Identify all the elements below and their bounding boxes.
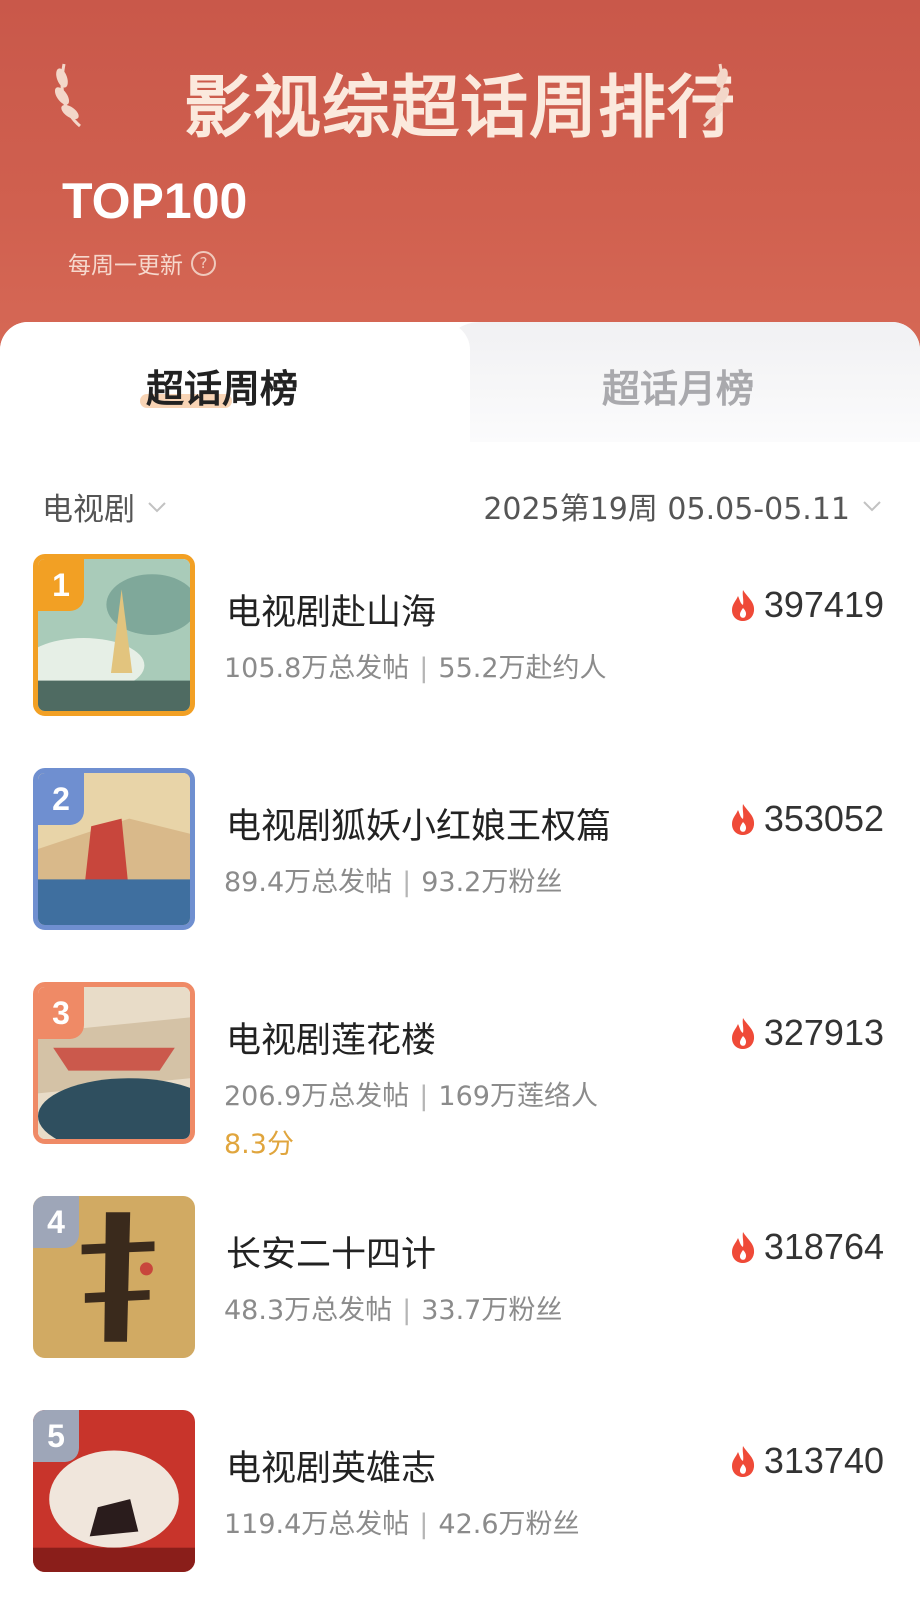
heat-value: 318764: [763, 1226, 884, 1267]
heat-value: 313740: [763, 1440, 884, 1481]
item-rating: 8.3分: [224, 1129, 294, 1160]
list-item-rank-2[interactable]: 2 电视剧狐妖小红娘王权篇 89.4万总发帖 | 93.2万粉丝 353052: [0, 768, 920, 968]
heat-score: 313740: [728, 1440, 884, 1482]
stats-divider: |: [402, 1295, 412, 1326]
rank-badge: 2: [38, 773, 84, 825]
heat-score: 397419: [728, 584, 884, 626]
item-stats: 119.4万总发帖 | 42.6万粉丝: [224, 1502, 580, 1541]
help-circle-icon[interactable]: ?: [191, 250, 216, 276]
cover-image: 1: [33, 554, 195, 716]
heat-value: 397419: [763, 584, 884, 625]
cover-image: 3: [33, 982, 195, 1144]
item-fans: 169万莲络人: [438, 1081, 598, 1112]
flame-icon: [731, 804, 754, 835]
item-posts: 206.9万总发帖: [224, 1081, 410, 1112]
rank-badge: 3: [38, 987, 84, 1039]
list-item-rank-1[interactable]: 1 电视剧赴山海 105.8万总发帖 | 55.2万赴约人 397419: [0, 554, 920, 754]
rank-badge: 1: [38, 559, 84, 611]
item-name: 电视剧赴山海: [226, 593, 437, 633]
item-fans: 93.2万粉丝: [421, 867, 563, 898]
item-name: 电视剧英雄志: [226, 1449, 437, 1489]
list-item-rank-3[interactable]: 3 电视剧莲花楼 206.9万总发帖 | 169万莲络人 8.3分 327913: [0, 982, 920, 1182]
update-note: 每周一更新 ?: [68, 246, 216, 280]
item-name: 长安二十四计: [226, 1235, 437, 1275]
chevron-down-icon: [863, 501, 881, 512]
period-label: 2025第19周 05.05-05.11: [483, 492, 850, 527]
item-posts: 48.3万总发帖: [224, 1295, 393, 1326]
update-note-text: 每周一更新: [68, 253, 183, 279]
period-dropdown[interactable]: 2025第19周 05.05-05.11: [483, 484, 884, 528]
item-posts: 89.4万总发帖: [224, 867, 393, 898]
flame-icon: [731, 590, 754, 621]
stats-divider: |: [419, 653, 429, 684]
item-name: 电视剧莲花楼: [226, 1021, 437, 1061]
item-fans: 42.6万粉丝: [438, 1509, 580, 1540]
item-stats: 89.4万总发帖 | 93.2万粉丝: [224, 860, 562, 899]
heat-score: 353052: [728, 798, 884, 840]
list-item-rank-5[interactable]: 5 电视剧英雄志 119.4万总发帖 | 42.6万粉丝 313740: [0, 1410, 920, 1610]
top100-label: TOP100: [62, 173, 248, 229]
flame-icon: [731, 1018, 754, 1049]
item-posts: 105.8万总发帖: [224, 653, 410, 684]
list-item-rank-4[interactable]: 4 长安二十四计 48.3万总发帖 | 33.7万粉丝 318764: [0, 1196, 920, 1396]
page-title: 影视综超话周排行: [183, 69, 736, 148]
chevron-down-icon: [148, 501, 166, 512]
heat-value: 327913: [763, 1012, 884, 1053]
category-label: 电视剧: [42, 492, 135, 528]
heat-score: 327913: [728, 1012, 884, 1054]
flame-icon: [731, 1446, 754, 1477]
tab-weekly[interactable]: 超话周榜: [146, 358, 298, 413]
heat-value: 353052: [763, 798, 884, 839]
item-posts: 119.4万总发帖: [224, 1509, 410, 1540]
rank-badge: 4: [33, 1196, 79, 1248]
flame-icon: [731, 1232, 754, 1263]
item-stats: 105.8万总发帖 | 55.2万赴约人: [224, 646, 607, 685]
item-stats: 48.3万总发帖 | 33.7万粉丝: [224, 1288, 562, 1327]
laurel-right-icon: [703, 63, 730, 128]
cover-image: 5: [33, 1410, 195, 1572]
item-name: 电视剧狐妖小红娘王权篇: [226, 807, 612, 847]
item-fans: 33.7万粉丝: [421, 1295, 563, 1326]
stats-divider: |: [419, 1509, 429, 1540]
cover-image: 4: [33, 1196, 195, 1358]
stats-divider: |: [402, 867, 412, 898]
heat-score: 318764: [728, 1226, 884, 1268]
stats-divider: |: [419, 1081, 429, 1112]
category-dropdown[interactable]: 电视剧: [42, 484, 169, 529]
item-fans: 55.2万赴约人: [438, 653, 607, 684]
tab-monthly[interactable]: 超话月榜: [602, 358, 754, 413]
cover-image: 2: [33, 768, 195, 930]
item-stats: 206.9万总发帖 | 169万莲络人: [224, 1074, 598, 1113]
rank-badge: 5: [33, 1410, 79, 1462]
